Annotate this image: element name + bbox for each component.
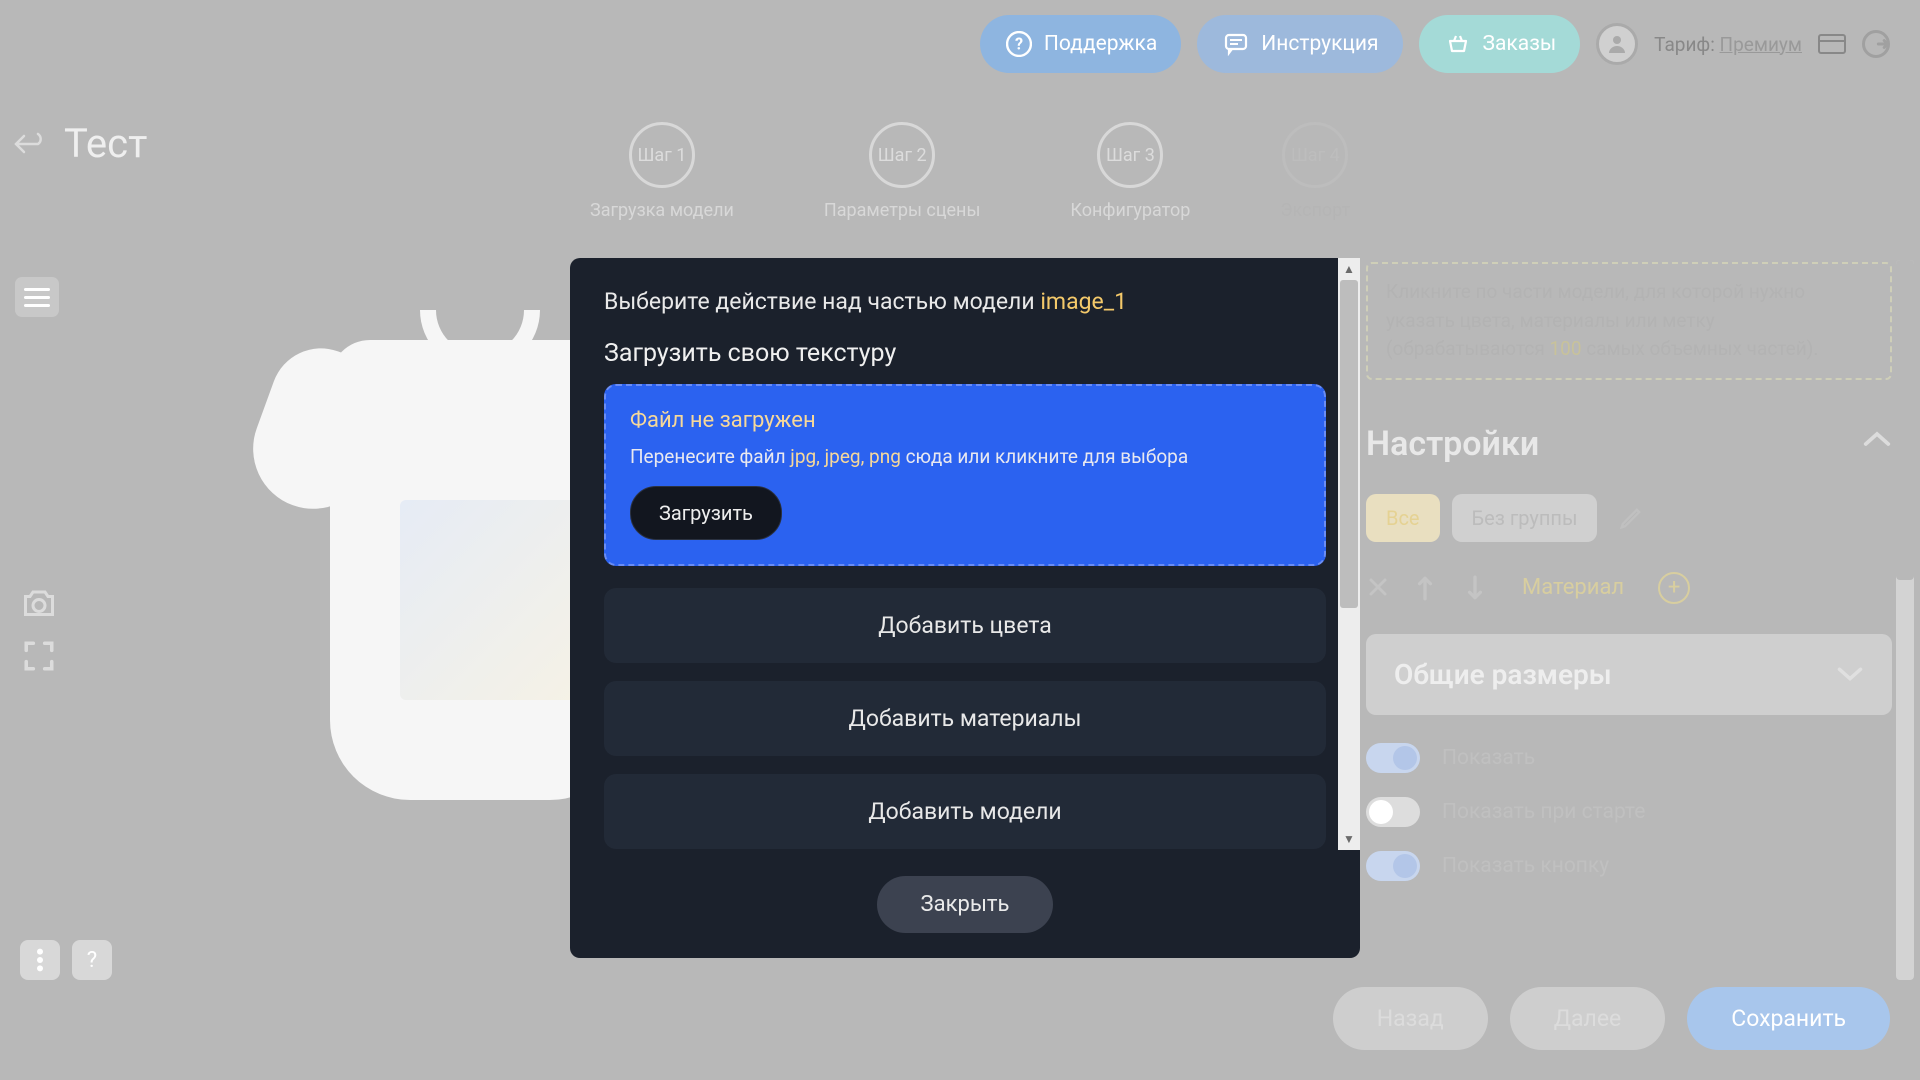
modal-footer: Закрыть [570,850,1360,958]
dropzone-hint: Перенесите файл jpg, jpeg, png сюда или … [630,445,1300,468]
modal-title-text: Выберите действие над частью модели [604,288,1040,315]
modal: Выберите действие над частью модели imag… [570,258,1360,958]
add-models-button[interactable]: Добавить модели [604,774,1326,849]
dropzone-status: Файл не загружен [630,408,1300,433]
add-colors-button[interactable]: Добавить цвета [604,588,1326,663]
upload-button[interactable]: Загрузить [630,486,782,540]
modal-title: Выберите действие над частью модели imag… [604,288,1326,315]
close-button[interactable]: Закрыть [877,876,1054,933]
modal-subtitle: Загрузить свою текстуру [604,339,1326,368]
add-materials-button[interactable]: Добавить материалы [604,681,1326,756]
upload-dropzone[interactable]: Файл не загружен Перенесите файл jpg, jp… [604,384,1326,566]
scroll-down-icon[interactable]: ▼ [1338,828,1360,850]
modal-scrollbar[interactable]: ▲ ▼ [1338,258,1360,850]
scroll-up-icon[interactable]: ▲ [1338,258,1360,280]
modal-title-model: image_1 [1040,288,1127,315]
modal-overlay: Выберите действие над частью модели imag… [0,0,1920,1080]
modal-body: Выберите действие над частью модели imag… [570,258,1360,850]
